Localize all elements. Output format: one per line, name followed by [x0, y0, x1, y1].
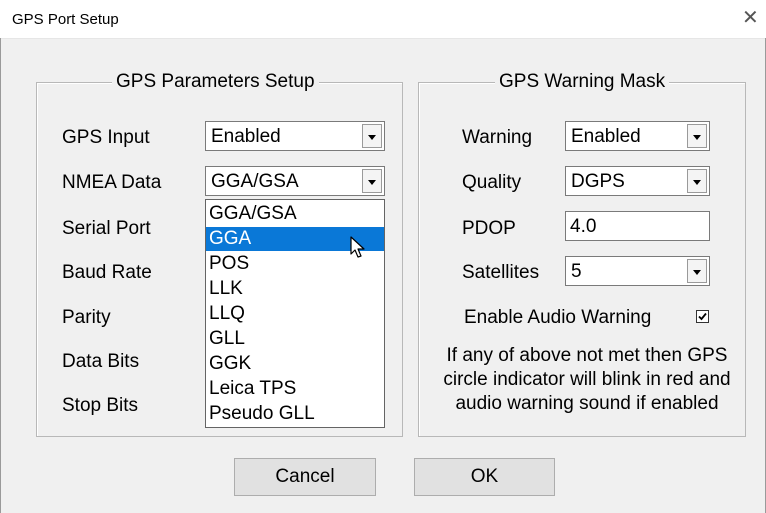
dropdown-option-label: GGA/GSA [209, 203, 297, 224]
satellites-value: 5 [571, 261, 582, 282]
satellites-dropdown-button[interactable] [687, 259, 707, 283]
window-border-left [0, 38, 1, 513]
ok-button[interactable]: OK [414, 458, 555, 496]
satellites-select[interactable]: 5 [565, 256, 710, 286]
warning-select[interactable]: Enabled [565, 121, 710, 151]
audio-warning-checkbox[interactable] [696, 310, 709, 323]
gps-parameters-title: GPS Parameters Setup [112, 71, 319, 93]
cancel-button[interactable]: Cancel [234, 458, 376, 496]
dropdown-option[interactable]: Pseudo GLL [206, 402, 384, 426]
dropdown-option-label: POS [209, 253, 250, 274]
warning-label: Warning [462, 127, 533, 148]
dropdown-option[interactable]: Leica TPS [206, 377, 384, 401]
stop-bits-label: Stop Bits [62, 395, 139, 416]
close-icon[interactable]: ✕ [742, 5, 759, 30]
checkmark-icon [698, 312, 707, 321]
warning-dropdown-button[interactable] [687, 124, 707, 148]
chevron-down-icon [368, 180, 376, 185]
pdop-label: PDOP [462, 218, 516, 239]
chevron-down-icon [693, 135, 701, 140]
dropdown-option-label: GLL [209, 328, 245, 349]
gps-input-label: GPS Input [62, 127, 150, 148]
dropdown-option-label: LLQ [209, 303, 245, 324]
gps-warning-mask-title: GPS Warning Mask [495, 71, 670, 93]
chevron-down-icon [368, 135, 376, 140]
mouse-pointer-icon [350, 236, 365, 258]
dropdown-option-label: GGK [209, 353, 252, 374]
pdop-input[interactable]: 4.0 [565, 211, 710, 241]
dropdown-option[interactable]: GLL [206, 327, 384, 351]
dropdown-option-label: LLK [209, 278, 243, 299]
gps-input-value: Enabled [211, 126, 281, 147]
serial-port-label: Serial Port [62, 218, 151, 239]
audio-warning-label: Enable Audio Warning [464, 307, 652, 328]
nmea-data-value: GGA/GSA [211, 171, 299, 192]
nmea-data-dropdown-button[interactable] [362, 169, 382, 193]
note-line: If any of above not met then GPS [446, 345, 728, 366]
chevron-down-icon [693, 180, 701, 185]
gps-input-select[interactable]: Enabled [205, 121, 385, 151]
dropdown-option[interactable]: LLQ [206, 302, 384, 326]
parity-label: Parity [62, 307, 111, 328]
dropdown-option[interactable]: GGK [206, 352, 384, 376]
baud-rate-label: Baud Rate [62, 262, 152, 283]
quality-label: Quality [462, 172, 522, 193]
quality-dropdown-button[interactable] [687, 169, 707, 193]
warning-note: If any of above not met then GPS circle … [432, 344, 742, 416]
dropdown-option[interactable]: LLK [206, 277, 384, 301]
satellites-label: Satellites [462, 262, 540, 283]
pdop-value: 4.0 [570, 216, 597, 237]
quality-value: DGPS [571, 171, 625, 192]
warning-value: Enabled [571, 126, 641, 147]
dropdown-option-label: Leica TPS [209, 378, 297, 399]
chevron-down-icon [693, 270, 701, 275]
dropdown-option-label: GGA [209, 228, 252, 249]
nmea-data-select[interactable]: GGA/GSA [205, 166, 385, 196]
note-line: audio warning sound if enabled [455, 393, 719, 414]
gps-input-dropdown-button[interactable] [362, 124, 382, 148]
window-title: GPS Port Setup [12, 11, 119, 28]
quality-select[interactable]: DGPS [565, 166, 710, 196]
nmea-dropdown-list[interactable]: GGA/GSA GGA POS LLK LLQ GLL GGK Leica TP… [205, 199, 385, 428]
nmea-data-label: NMEA Data [62, 172, 162, 193]
title-bar: GPS Port Setup ✕ [0, 0, 766, 39]
note-line: circle indicator will blink in red and [443, 369, 731, 390]
data-bits-label: Data Bits [62, 351, 140, 372]
dropdown-option-label: Pseudo GLL [209, 403, 315, 424]
dropdown-option[interactable]: GGA/GSA [206, 202, 384, 226]
